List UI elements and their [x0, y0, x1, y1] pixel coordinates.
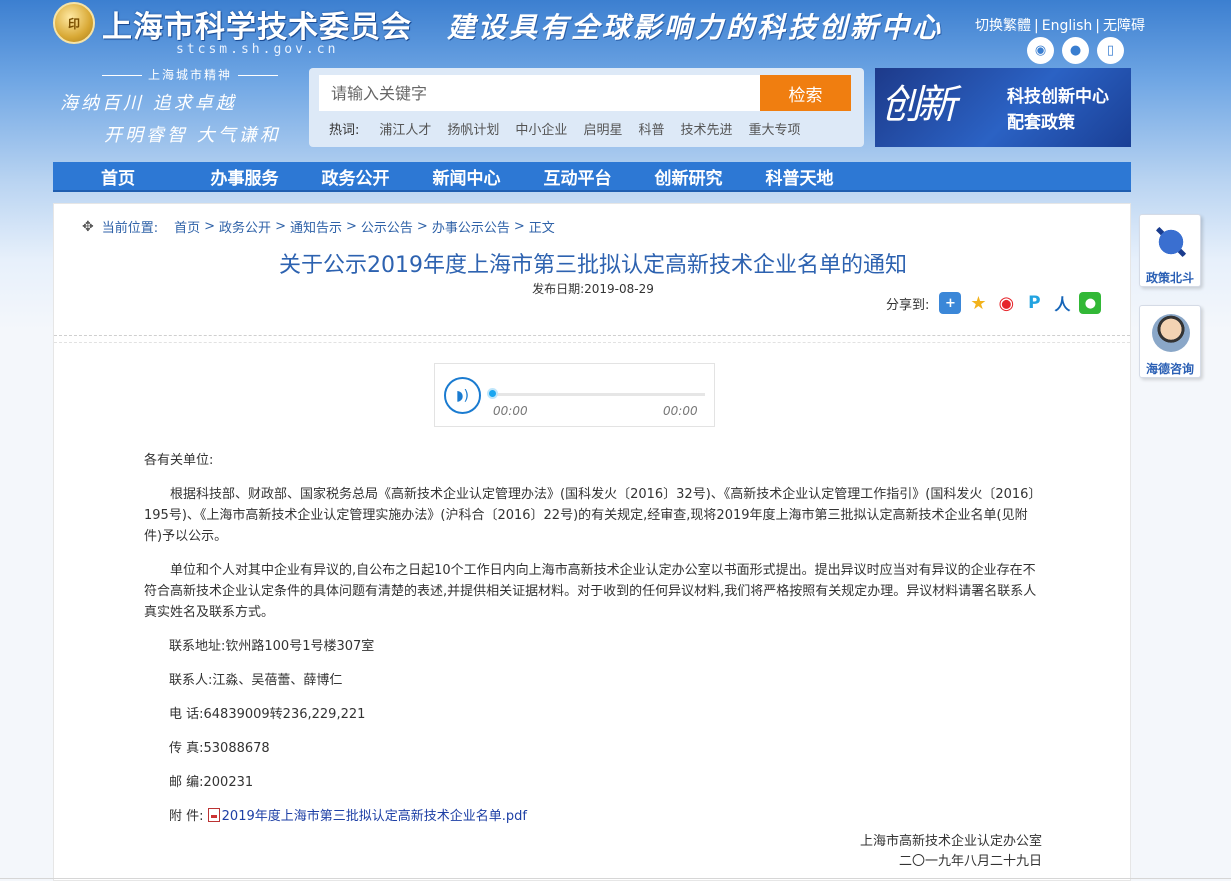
consult-avatar-icon — [1152, 314, 1190, 352]
policy-compass-label: 政策北斗 — [1145, 271, 1194, 285]
attachment-link[interactable]: 2019年度上海市第三批拟认定高新技术企业名单.pdf — [222, 809, 527, 824]
breadcrumb-label: 当前位置: — [101, 221, 159, 236]
share-qzone-icon[interactable]: ★ — [967, 292, 990, 314]
paragraph: 单位和个人对其中企业有异议的,自公布之日起10个工作日内向上海市高新技术企业认定… — [144, 563, 1037, 620]
share-wechat-icon[interactable]: ● — [1079, 292, 1102, 314]
city-spirit-line1: 海纳百川 追求卓越 — [60, 93, 237, 114]
main-nav: 首页 办事服务 政务公开 新闻中心 互动平台 创新研究 科普天地 — [53, 162, 1131, 192]
attachment-row: 附 件: 2019年度上海市第三批拟认定高新技术企业名单.pdf — [144, 806, 1044, 827]
site-header: 印 上海市科学技术委员会 stcsm.sh.gov.cn 建设具有全球影响力的科… — [0, 0, 1231, 160]
link-english[interactable]: English — [1042, 18, 1093, 34]
breadcrumb-item-current: 正文 — [528, 221, 555, 236]
hot-word[interactable]: 科普 — [638, 119, 664, 138]
page-title: 关于公示2019年度上海市第三批拟认定高新技术企业名单的通知 — [279, 253, 907, 278]
hot-words-label: 热词: — [329, 123, 360, 138]
breadcrumb: ✥ 当前位置: 首页 > 政务公开 > 通知告示 > 公示公告 > 办事公示公告… — [82, 217, 555, 237]
consult-button[interactable]: 海德咨询 — [1139, 305, 1201, 378]
hot-word[interactable]: 扬帆计划 — [447, 119, 499, 138]
link-accessibility[interactable]: 无障碍 — [1103, 18, 1145, 34]
attachment-label: 附 件: — [169, 809, 204, 824]
hot-word[interactable]: 技术先进 — [680, 119, 732, 138]
mobile-icon[interactable]: ▯ — [1097, 37, 1124, 64]
hot-word[interactable]: 中小企业 — [515, 119, 567, 138]
city-spirit-line2: 开明睿智 大气谦和 — [104, 125, 281, 146]
article-body: 各有关单位: 根据科技部、财政部、国家税务总局《高新技术企业认定管理办法》(国科… — [144, 450, 1044, 840]
contact-postcode: 邮 编:200231 — [169, 775, 254, 790]
nav-research[interactable]: 创新研究 — [633, 164, 744, 189]
city-spirit: 上海城市精神 海纳百川 追求卓越 开明睿智 大气谦和 — [60, 66, 300, 147]
audio-current-time: 00:00 — [493, 404, 528, 418]
breadcrumb-item[interactable]: 通知告示 — [290, 217, 342, 236]
top-link-separator: | — [1095, 18, 1100, 34]
breadcrumb-item[interactable]: 公示公告 — [361, 217, 413, 236]
nav-science-popularization[interactable]: 科普天地 — [744, 164, 855, 189]
weibo-icon[interactable]: ◉ — [1027, 37, 1054, 64]
search-input[interactable] — [319, 75, 761, 111]
search-panel: 检索 热词: 浦江人才 扬帆计划 中小企业 启明星 科普 技术先进 重大专项 — [309, 68, 864, 147]
site-title[interactable]: 上海市科学技术委员会 — [102, 2, 412, 46]
share-renren-icon[interactable]: 人 — [1051, 292, 1074, 314]
audio-player: ◗) 00:00 00:00 — [434, 363, 715, 427]
breadcrumb-separator: > — [204, 219, 216, 234]
nav-home[interactable]: 首页 — [101, 164, 171, 189]
contact-persons: 联系人:江淼、吴蓓蕾、薛博仁 — [169, 673, 343, 688]
wechat-icon[interactable]: ● — [1062, 37, 1089, 64]
audio-play-icon[interactable]: ◗) — [444, 377, 481, 414]
breadcrumb-item[interactable]: 办事公示公告 — [432, 217, 510, 236]
divider — [54, 342, 1130, 343]
hot-word[interactable]: 启明星 — [583, 119, 622, 138]
logo-emblem-icon[interactable]: 印 — [53, 2, 95, 44]
signature-date: 二〇一九年八月二十九日 — [898, 854, 1042, 869]
link-traditional-chinese[interactable]: 切换繁體 — [975, 18, 1031, 34]
paragraph: 根据科技部、财政部、国家税务总局《高新技术企业认定管理办法》(国科发火〔2016… — [144, 487, 1042, 544]
social-links: ◉ ● ▯ — [1027, 37, 1124, 64]
pdf-icon — [207, 808, 220, 822]
nav-interaction[interactable]: 互动平台 — [522, 164, 633, 189]
header-slogan: 建设具有全球影响力的科技创新中心 — [447, 11, 944, 44]
top-link-separator: | — [1034, 18, 1039, 34]
top-links: 切换繁體 | English | 无障碍 — [975, 15, 1145, 35]
breadcrumb-separator: > — [513, 219, 525, 234]
share-label: 分享到: — [886, 297, 930, 313]
contact-address: 联系地址:钦州路100号1号楼307室 — [169, 639, 375, 654]
signature: 上海市高新技术企业认定办公室 二〇一九年八月二十九日 — [860, 832, 1042, 872]
article-panel: ✥ 当前位置: 首页 > 政务公开 > 通知告示 > 公示公告 > 办事公示公告… — [53, 203, 1131, 881]
breadcrumb-separator: > — [275, 219, 286, 234]
share-bar: 分享到: + ★ ◉ P 人 ● — [886, 292, 1102, 314]
share-weibo-icon[interactable]: ◉ — [995, 292, 1018, 314]
hot-word[interactable]: 重大专项 — [748, 119, 800, 138]
consult-label: 海德咨询 — [1145, 362, 1194, 376]
hot-words: 热词: 浦江人才 扬帆计划 中小企业 启明星 科普 技术先进 重大专项 — [329, 119, 817, 138]
location-icon: ✥ — [82, 218, 94, 235]
city-spirit-heading: 上海城市精神 — [80, 66, 300, 83]
banner-line1: 科技创新中心 — [1007, 87, 1109, 107]
breadcrumb-item[interactable]: 政务公开 — [219, 217, 271, 236]
page-bottom-border — [0, 878, 1231, 879]
breadcrumb-separator: > — [416, 219, 428, 234]
nav-gov-affairs[interactable]: 政务公开 — [300, 164, 411, 189]
nav-services[interactable]: 办事服务 — [189, 164, 300, 189]
site-domain: stcsm.sh.gov.cn — [176, 42, 339, 57]
breadcrumb-separator: > — [345, 219, 357, 234]
signature-org: 上海市高新技术企业认定办公室 — [859, 834, 1042, 849]
banner-big-text: 创新 — [881, 82, 957, 128]
banner-line2: 配套政策 — [1007, 113, 1075, 133]
hot-word[interactable]: 浦江人才 — [379, 119, 431, 138]
contact-phone: 电 话:64839009转236,229,221 — [169, 707, 366, 722]
audio-progress-track[interactable] — [491, 393, 705, 396]
policy-compass-button[interactable]: 政策北斗 — [1139, 214, 1201, 287]
breadcrumb-item[interactable]: 首页 — [174, 217, 200, 236]
audio-progress-handle[interactable] — [487, 388, 498, 399]
audio-total-time: 00:00 — [663, 404, 698, 418]
salutation: 各有关单位: — [144, 453, 214, 468]
contact-fax: 传 真:53088678 — [169, 741, 270, 756]
innovation-policy-banner[interactable]: 创新 科技创新中心 配套政策 — [875, 68, 1131, 147]
divider — [54, 335, 1130, 336]
share-plus-icon[interactable]: + — [939, 292, 962, 314]
share-pengyou-icon[interactable]: P — [1023, 292, 1046, 314]
nav-news[interactable]: 新闻中心 — [411, 164, 522, 189]
search-button[interactable]: 检索 — [760, 75, 851, 111]
policy-compass-icon — [1152, 223, 1190, 261]
